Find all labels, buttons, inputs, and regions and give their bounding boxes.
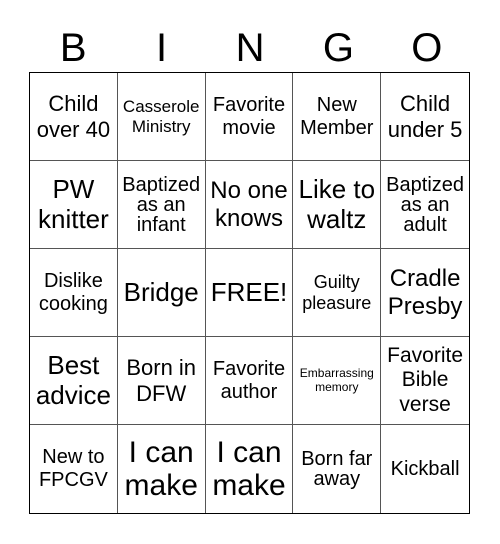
bingo-cell[interactable]: Born in DFW xyxy=(117,337,206,425)
bingo-cell[interactable]: New Member xyxy=(293,73,382,161)
bingo-cell[interactable]: Born far away xyxy=(293,425,382,513)
bingo-cell[interactable]: Dislike cooking xyxy=(30,249,118,337)
bingo-cell[interactable]: I can make xyxy=(206,425,294,513)
bingo-cell[interactable]: Kickball xyxy=(381,425,469,513)
header-letter-o: O xyxy=(411,26,443,70)
header-letter-b: B xyxy=(59,26,87,70)
bingo-cell[interactable]: I can make xyxy=(118,425,206,513)
bingo-cell[interactable]: Baptized as an adult xyxy=(381,161,469,249)
bingo-cell[interactable]: No one knows xyxy=(205,161,294,249)
bingo-cell[interactable]: Child under 5 xyxy=(381,73,469,161)
bingo-grid: Child over 40 Casserole Ministry Favorit… xyxy=(29,72,470,514)
bingo-cell[interactable]: Best advice xyxy=(30,337,118,425)
header-letter-i: I xyxy=(156,26,168,70)
bingo-cell[interactable]: Child over 40 xyxy=(30,73,118,161)
bingo-cell[interactable]: Favorite movie xyxy=(205,73,294,161)
bingo-cell[interactable]: Embarrassing memory xyxy=(293,337,382,425)
bingo-cell[interactable]: Baptized as an infant xyxy=(117,161,206,249)
bingo-cell[interactable]: Bridge xyxy=(117,249,206,337)
bingo-cell[interactable]: Favorite author xyxy=(205,337,294,425)
bingo-cell[interactable]: Cradle Presby xyxy=(381,249,469,337)
bingo-cell[interactable]: New to FPCGV xyxy=(30,425,118,513)
bingo-cell free-space[interactable]: FREE! xyxy=(205,249,294,337)
bingo-header: B I N G O xyxy=(29,25,471,71)
bingo-cell[interactable]: Guilty pleasure xyxy=(293,249,382,337)
bingo-cell[interactable]: Casserole Ministry xyxy=(117,73,206,161)
header-letter-n: N xyxy=(235,26,265,70)
header-letter-g: G xyxy=(322,26,354,70)
bingo-cell[interactable]: Favorite Bible verse xyxy=(381,337,469,425)
bingo-cell[interactable]: Like to waltz xyxy=(293,161,382,249)
bingo-cell[interactable]: PW knitter xyxy=(30,161,118,249)
